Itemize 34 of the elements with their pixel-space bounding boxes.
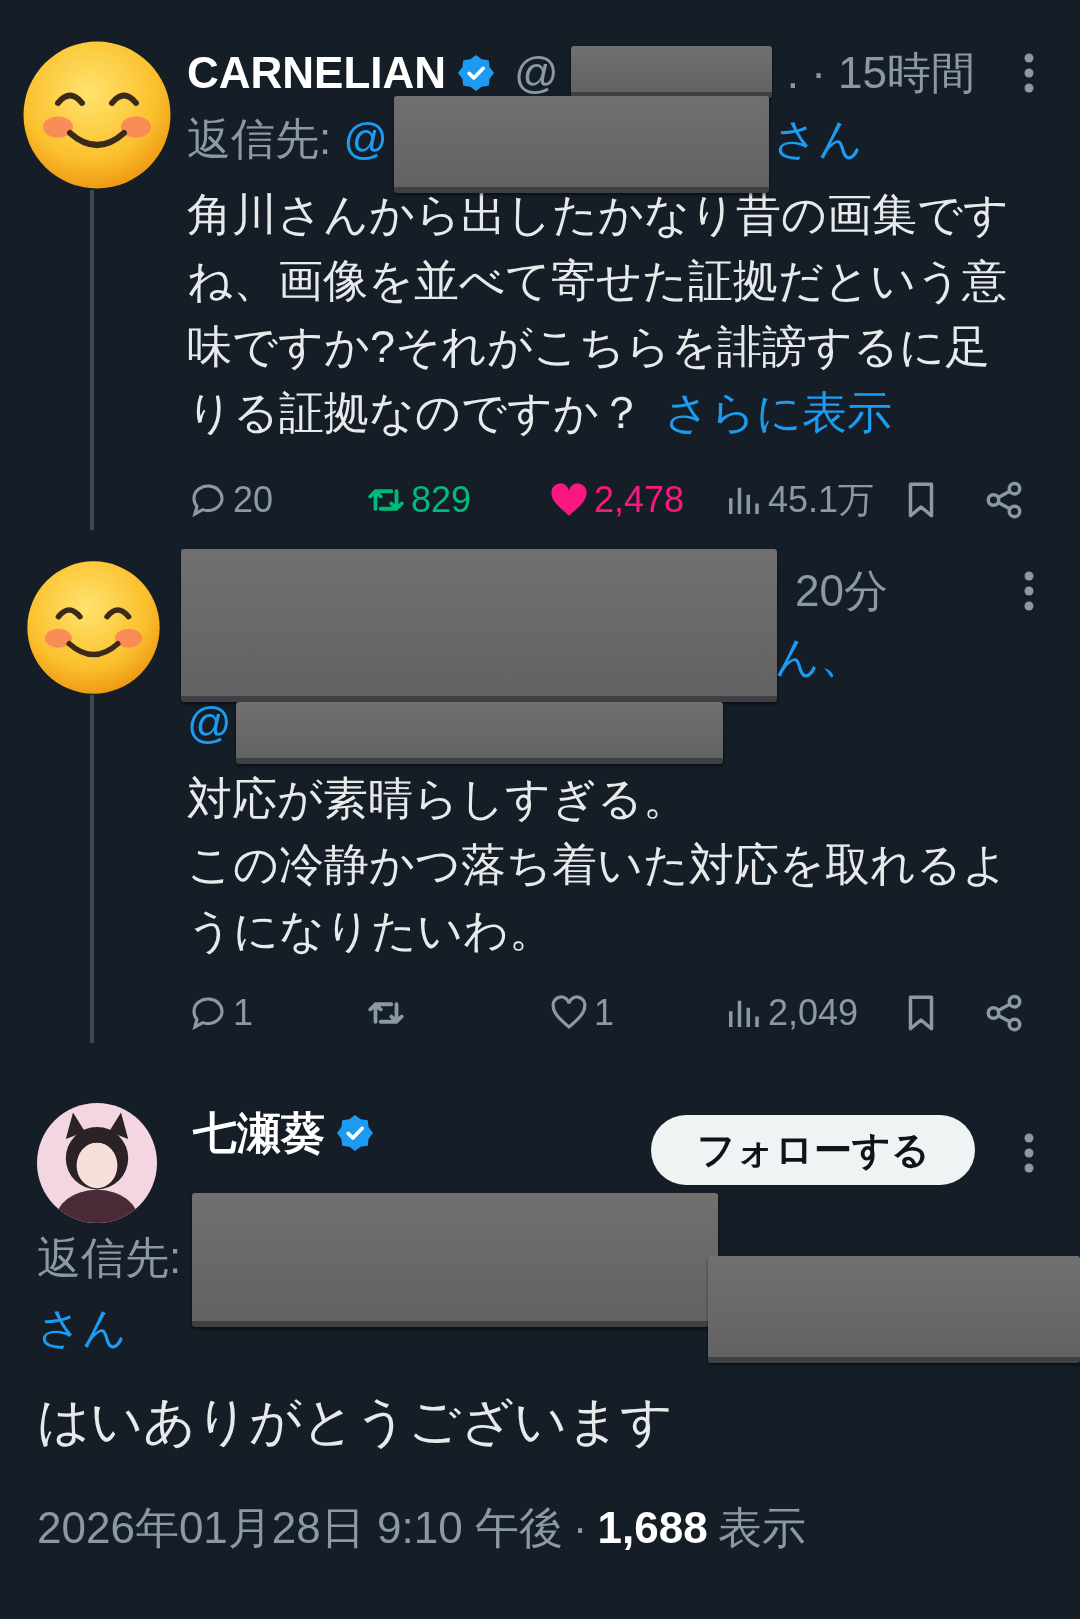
reply-count: 1 xyxy=(233,992,254,1034)
view-count: 2,049 xyxy=(768,992,859,1034)
mention-link[interactable]: さん xyxy=(772,109,863,169)
retweet-count: 829 xyxy=(411,479,472,521)
mention-link[interactable]: ん、 xyxy=(775,627,864,687)
reply-label: 返信先: xyxy=(37,1231,182,1284)
like-count: 2,478 xyxy=(594,479,685,521)
mention-link[interactable]: @ xyxy=(187,698,232,748)
more-icon[interactable] xyxy=(1023,53,1035,93)
avatar[interactable] xyxy=(26,560,161,695)
avatar[interactable] xyxy=(21,40,172,190)
like-count: 1 xyxy=(594,992,615,1034)
view-count: 45.1万 xyxy=(768,477,875,522)
timestamp: 2026年01月28日 9:10 午後 xyxy=(37,1501,563,1554)
more-icon[interactable] xyxy=(1023,1133,1035,1173)
show-more-link[interactable]: さらに表示 xyxy=(664,387,892,438)
user-name[interactable]: CARNELIAN xyxy=(187,48,447,98)
separator-dot: · xyxy=(572,1503,588,1553)
tweet-meta: @ xyxy=(514,48,559,98)
user-name[interactable]: 七瀬葵 xyxy=(193,1103,325,1163)
more-icon[interactable] xyxy=(1023,571,1035,611)
tweet-meta: 20分 xyxy=(795,564,888,617)
tweet-text: この冷静かつ落ち着いた対応を取れるようになりたいわ。 xyxy=(187,838,1009,958)
reply-count: 20 xyxy=(233,479,274,521)
reply-label: 返信先: xyxy=(187,112,332,165)
tweet-meta: . · 15時間 xyxy=(786,46,976,99)
mention-link[interactable]: @ xyxy=(343,114,388,164)
tweet-text: 対応が素晴らしすぎる。 xyxy=(187,772,689,826)
tweet-text: 角川さんから出したかなり昔の画集ですね、画像を並べて寄せた証拠だという意味ですか?それがこちらを誹謗するに足りる証拠なのですか？ さらに表示 xyxy=(187,188,1010,440)
view-count: 1,688 xyxy=(597,1503,708,1553)
tweet-text: はいありがとうございます xyxy=(37,1391,674,1452)
follow-button[interactable]: フォローする xyxy=(651,1115,975,1185)
views-label: 表示 xyxy=(717,1501,806,1554)
mention-link[interactable]: さん xyxy=(37,1298,127,1358)
